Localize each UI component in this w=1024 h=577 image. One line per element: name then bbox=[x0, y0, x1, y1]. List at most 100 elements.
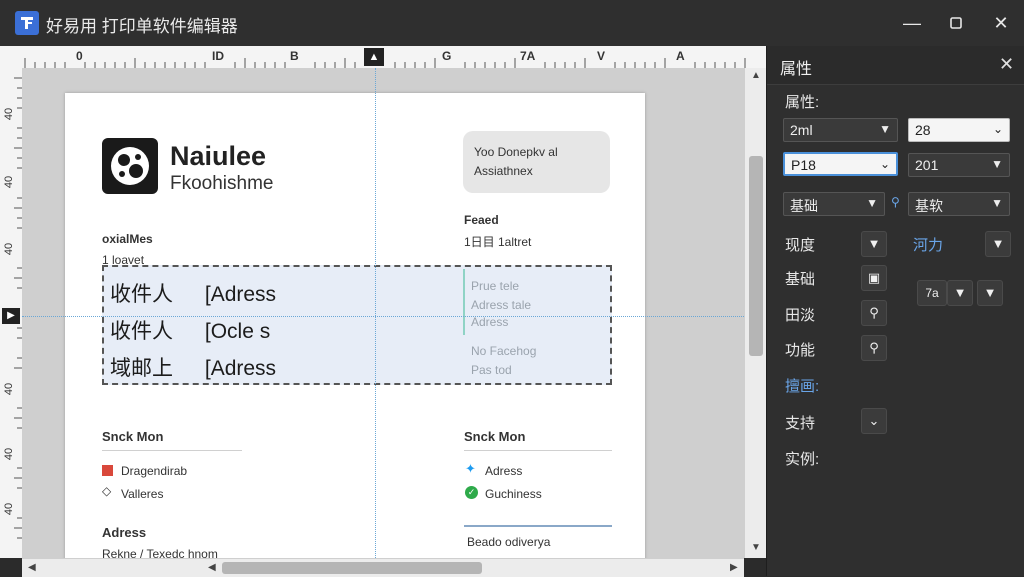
base-dropdown[interactable]: 基础 ▼ bbox=[783, 192, 885, 216]
chevron-down-icon: ▼ bbox=[879, 122, 891, 136]
address-row-label: 收件人 bbox=[110, 283, 173, 306]
faint-text: Pas tod bbox=[471, 363, 512, 377]
divider bbox=[102, 450, 242, 451]
section-title[interactable]: Snck Mon bbox=[102, 429, 163, 444]
property-label: 现度 bbox=[785, 237, 816, 254]
ruler-label: A bbox=[676, 49, 685, 63]
link-icon[interactable]: ⚲ bbox=[891, 195, 900, 209]
left-field-label[interactable]: oxialMes bbox=[102, 232, 153, 246]
close-icon[interactable]: ✕ bbox=[999, 54, 1014, 75]
address-row-value: Ocle s bbox=[210, 320, 271, 343]
right-field-value[interactable]: 1日目 1altret bbox=[464, 233, 531, 250]
right-field-label[interactable]: Feaed bbox=[464, 213, 499, 227]
copy-icon[interactable]: ▣ bbox=[861, 265, 887, 291]
window-title: 好易用 打印单软件编辑器 bbox=[46, 17, 238, 36]
ruler-label: 40 bbox=[3, 447, 15, 461]
ruler-label: 40 bbox=[3, 382, 15, 396]
scroll-up-icon[interactable]: ▲ bbox=[751, 70, 761, 81]
chevron-down-icon: ▼ bbox=[866, 196, 878, 210]
property-label: 河力 bbox=[913, 237, 944, 254]
soft-dropdown[interactable]: 基软 ▼ bbox=[908, 192, 1010, 216]
vertical-ruler[interactable]: 40 40 40 ▶ 40 40 40 bbox=[0, 68, 23, 558]
property-label: 功能 bbox=[785, 342, 816, 359]
ruler-label: 40 bbox=[3, 175, 15, 189]
note-line: Assiathnex bbox=[474, 164, 533, 178]
company-logo[interactable] bbox=[102, 138, 158, 194]
diamond-icon: ◇ bbox=[102, 484, 112, 498]
title-bar: 好易用 打印单软件编辑器 — ✕ bbox=[0, 0, 1024, 46]
section-label: 擅画: bbox=[785, 378, 820, 395]
section-title[interactable]: Snck Mon bbox=[464, 429, 525, 444]
chevron-down-icon[interactable]: ▼ bbox=[977, 280, 1003, 306]
ruler-label: V bbox=[597, 49, 606, 63]
list-item[interactable]: Valleres bbox=[121, 487, 163, 501]
property-label: 基础 bbox=[785, 271, 816, 288]
footer-label[interactable]: Adress bbox=[102, 525, 146, 540]
chevron-down-icon: ⌄ bbox=[992, 122, 1003, 136]
address-row-label: 域邮上 bbox=[110, 357, 173, 380]
scroll-down-icon[interactable]: ▼ bbox=[751, 542, 761, 553]
vertical-scroll-thumb[interactable] bbox=[749, 156, 763, 356]
panel-header: 属性 ✕ bbox=[767, 46, 1024, 85]
value-dropdown[interactable]: 201 ▼ bbox=[908, 153, 1010, 177]
list-item[interactable]: Adress bbox=[485, 464, 522, 478]
font-size-dropdown[interactable]: 2ml ▼ bbox=[783, 118, 898, 142]
chevron-down-icon[interactable]: ⌄ bbox=[861, 408, 887, 434]
maximize-icon[interactable] bbox=[942, 9, 970, 37]
chevron-down-icon: ▼ bbox=[991, 157, 1003, 171]
ruler-marker-icon[interactable]: ▲ bbox=[364, 48, 384, 66]
design-canvas[interactable]: Naiulee Fkoohishme Yoo Donepkv al Assiat… bbox=[22, 68, 744, 558]
horizontal-scrollbar[interactable]: ◀ ◀ ▶ bbox=[22, 558, 744, 577]
list-item[interactable]: Guchiness bbox=[485, 487, 542, 501]
minimize-icon[interactable]: — bbox=[898, 9, 926, 37]
section-label: 实例: bbox=[785, 451, 820, 468]
pin-icon[interactable]: ⚲ bbox=[861, 335, 887, 361]
property-label: 田淡 bbox=[785, 307, 816, 324]
list-item[interactable]: Dragendirab bbox=[121, 464, 187, 478]
horizontal-scroll-thumb[interactable] bbox=[222, 562, 482, 574]
chevron-down-icon[interactable]: ▼ bbox=[861, 231, 887, 257]
company-subtitle[interactable]: Fkoohishme bbox=[170, 173, 274, 195]
vertical-scrollbar[interactable]: ▲ ▼ bbox=[744, 68, 767, 558]
ruler-label: ID bbox=[212, 49, 224, 63]
bird-icon: ✦ bbox=[465, 461, 476, 476]
scroll-left-icon[interactable]: ◀ bbox=[208, 562, 216, 573]
dropdown-value: 201 bbox=[915, 157, 939, 173]
chevron-down-icon: ▼ bbox=[991, 196, 1003, 210]
ruler-marker-icon[interactable]: ▶ bbox=[2, 308, 20, 324]
divider bbox=[464, 450, 612, 451]
app-icon bbox=[15, 11, 39, 35]
ruler-label: 7A bbox=[520, 49, 536, 63]
ruler-label: 40 bbox=[3, 242, 15, 256]
section-label: 属性: bbox=[785, 94, 820, 111]
address-row[interactable]: 收件人 [Ocle s bbox=[110, 315, 310, 345]
company-name[interactable]: Naiulee bbox=[170, 141, 266, 172]
footer-value[interactable]: Rekne / Texedc hnom bbox=[102, 547, 218, 558]
style-dropdown[interactable]: P18 ⌄ bbox=[783, 152, 898, 176]
dropdown-value: 2ml bbox=[790, 122, 813, 138]
guide-line-vertical bbox=[375, 68, 376, 558]
red-square-icon bbox=[102, 465, 113, 476]
chevron-down-icon[interactable]: ▼ bbox=[985, 231, 1011, 257]
note-text[interactable]: Yoo Donepkv al Assiathnex bbox=[474, 143, 558, 181]
scroll-left-icon[interactable]: ◀ bbox=[28, 562, 36, 573]
faint-text: Adress bbox=[471, 315, 509, 329]
faint-text: Prue tele bbox=[471, 279, 520, 293]
text-cursor-line bbox=[463, 269, 465, 335]
panel-title: 属性 bbox=[780, 61, 813, 78]
footer-value[interactable]: Beado odiverya bbox=[467, 535, 550, 549]
size-dropdown[interactable]: 28 ⌄ bbox=[908, 118, 1010, 142]
mini-value-box[interactable]: 7a bbox=[917, 280, 947, 306]
scroll-right-icon[interactable]: ▶ bbox=[730, 562, 738, 573]
pin-icon[interactable]: ⚲ bbox=[861, 300, 887, 326]
label-paper[interactable]: Naiulee Fkoohishme Yoo Donepkv al Assiat… bbox=[65, 93, 645, 558]
close-icon[interactable]: ✕ bbox=[987, 9, 1015, 37]
dropdown-value: P18 bbox=[791, 157, 816, 173]
chevron-down-icon[interactable]: ▼ bbox=[947, 280, 973, 306]
faint-text: No Facehog bbox=[471, 344, 537, 358]
horizontal-ruler[interactable]: 0 ID B ▲ G 7A V A bbox=[0, 46, 766, 69]
dropdown-value: 基软 bbox=[915, 198, 943, 214]
address-row[interactable]: 域邮上 [Adress bbox=[110, 352, 310, 382]
dropdown-value: 基础 bbox=[790, 198, 818, 214]
address-row[interactable]: 收件人 [Adress bbox=[110, 278, 310, 308]
